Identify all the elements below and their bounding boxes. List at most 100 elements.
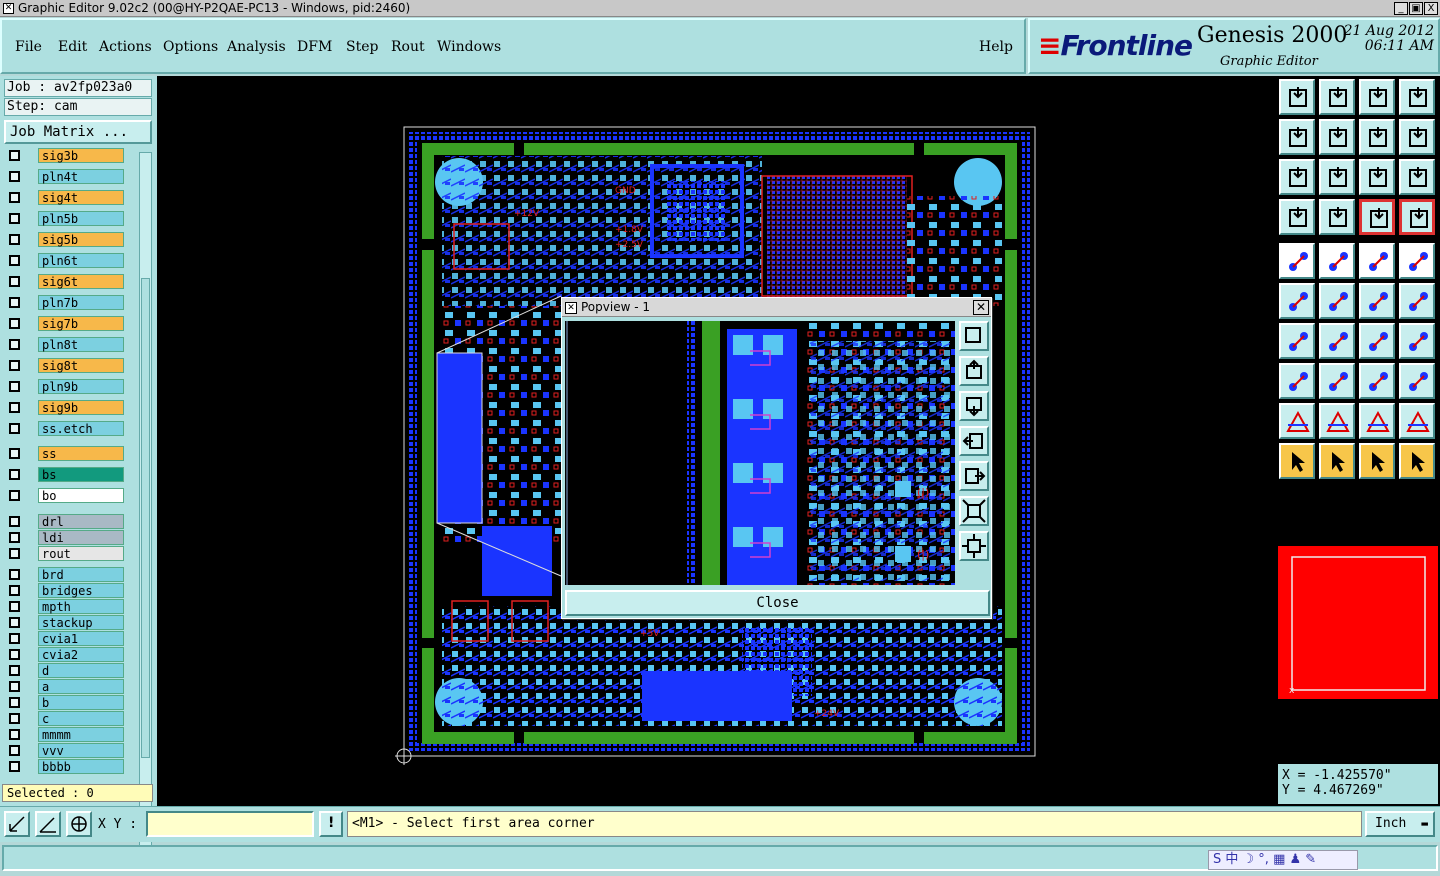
layer-name[interactable]: ldi xyxy=(38,530,124,545)
layer-row[interactable]: d xyxy=(4,663,130,678)
layer-checkbox[interactable] xyxy=(9,745,20,756)
popview-pan-right-button[interactable] xyxy=(959,461,989,491)
layer-name[interactable]: sig5b xyxy=(38,232,124,247)
layer-name[interactable]: sig3b xyxy=(38,148,124,163)
layer-checkbox[interactable] xyxy=(9,192,20,203)
layer-checkbox[interactable] xyxy=(9,150,20,161)
popview-zoom-fit-button[interactable] xyxy=(959,321,989,351)
layer-row[interactable]: drl xyxy=(4,514,130,529)
route-icon[interactable] xyxy=(1399,443,1435,479)
fit-icon[interactable] xyxy=(1279,159,1315,195)
layer-checkbox[interactable] xyxy=(9,448,20,459)
layer-row[interactable]: ldi xyxy=(4,530,130,545)
layer-row[interactable]: b xyxy=(4,695,130,710)
layer-checkbox[interactable] xyxy=(9,213,20,224)
layer-checkbox[interactable] xyxy=(9,665,20,676)
layer-row[interactable]: mmmm xyxy=(4,727,130,742)
layer-name[interactable]: pln5b xyxy=(38,211,124,226)
open-icon[interactable] xyxy=(1279,79,1315,115)
layer-row[interactable]: sig4t xyxy=(4,190,130,205)
layer-row[interactable]: bbbb xyxy=(4,759,130,774)
minimize-button[interactable]: _ xyxy=(1394,2,1408,15)
layer-row[interactable]: ss.etch xyxy=(4,421,130,436)
connect-icon[interactable] xyxy=(1279,283,1315,319)
copy-icon[interactable] xyxy=(1399,283,1435,319)
layer-name[interactable]: bs xyxy=(38,467,124,482)
center-icon[interactable] xyxy=(1319,159,1355,195)
rotate-icon[interactable] xyxy=(1359,323,1395,359)
layer-name[interactable]: mmmm xyxy=(38,727,124,742)
snap-mode-icon[interactable] xyxy=(4,811,30,837)
layer-checkbox[interactable] xyxy=(9,318,20,329)
layer-row[interactable]: mpth xyxy=(4,599,130,614)
flip-icon[interactable] xyxy=(1359,119,1395,155)
pen-icon[interactable] xyxy=(1279,323,1315,359)
layer-name[interactable]: brd xyxy=(38,567,124,582)
layer-checkbox[interactable] xyxy=(9,297,20,308)
line-tool-icon[interactable] xyxy=(1319,243,1355,279)
layer-name[interactable]: bridges xyxy=(38,583,124,598)
layer-checkbox[interactable] xyxy=(9,423,20,434)
popview-close-x-button[interactable]: ✕ xyxy=(973,300,989,315)
layer-checkbox[interactable] xyxy=(9,339,20,350)
pointer-sel-icon[interactable] xyxy=(1359,443,1395,479)
layer-checkbox[interactable] xyxy=(9,402,20,413)
array-icon[interactable] xyxy=(1359,363,1395,399)
layer-name[interactable]: sig6t xyxy=(38,274,124,289)
menu-step[interactable]: Step xyxy=(346,39,378,55)
scrollbar-thumb[interactable] xyxy=(141,278,150,758)
slash-icon[interactable] xyxy=(1319,323,1355,359)
ime-toolbar[interactable]: S 中 ☽ °, ▦ ♟ ✎ xyxy=(1208,850,1358,870)
angle-mode-icon[interactable] xyxy=(35,811,61,837)
layer-name[interactable]: pln4t xyxy=(38,169,124,184)
units-selector[interactable]: Inch ▬ xyxy=(1365,811,1435,837)
popview-canvas[interactable]: (|) (|) xyxy=(565,321,955,585)
close-window-button[interactable]: X xyxy=(1424,2,1438,15)
layer-name[interactable]: c xyxy=(38,711,124,726)
layer-row[interactable]: c xyxy=(4,711,130,726)
help-icon[interactable] xyxy=(1399,159,1435,195)
layer-name[interactable]: pln9b xyxy=(38,379,124,394)
layer-name[interactable]: pln7b xyxy=(38,295,124,310)
layer-checkbox[interactable] xyxy=(9,729,20,740)
layer-row[interactable]: pln9b xyxy=(4,379,130,394)
layer-name[interactable]: ss.etch xyxy=(38,421,124,436)
layer-row[interactable]: pln8t xyxy=(4,337,130,352)
popview-title-bar[interactable]: ✕ Popview - 1 ✕ xyxy=(562,298,991,317)
layer-row[interactable]: sig3b xyxy=(4,148,130,163)
layer-row[interactable]: pln6t xyxy=(4,253,130,268)
layer-checkbox[interactable] xyxy=(9,171,20,182)
menu-analysis[interactable]: Analysis xyxy=(227,39,286,55)
layer-name[interactable]: stackup xyxy=(38,615,124,630)
arc-b-icon[interactable] xyxy=(1319,403,1355,439)
popview-pan-left-button[interactable] xyxy=(959,426,989,456)
scale-1-2-icon[interactable] xyxy=(1359,159,1395,195)
popview-pan-down-button[interactable] xyxy=(959,391,989,421)
layer-name[interactable]: bbbb xyxy=(38,759,124,774)
layer-name[interactable]: cvia1 xyxy=(38,631,124,646)
mirror-icon[interactable] xyxy=(1399,323,1435,359)
layers-a-icon[interactable] xyxy=(1359,199,1395,235)
layer-checkbox[interactable] xyxy=(9,617,20,628)
layer-checkbox[interactable] xyxy=(9,276,20,287)
layer-name[interactable]: sig7b xyxy=(38,316,124,331)
layer-checkbox[interactable] xyxy=(9,469,20,480)
menu-windows[interactable]: Windows xyxy=(437,39,501,55)
menu-file[interactable]: File xyxy=(15,39,42,55)
layer-checkbox[interactable] xyxy=(9,532,20,543)
measure-icon[interactable] xyxy=(1279,199,1315,235)
import-icon[interactable] xyxy=(1279,119,1315,155)
grid-mode-icon[interactable] xyxy=(66,811,92,837)
layer-row[interactable]: bo xyxy=(4,488,130,503)
trim-icon[interactable] xyxy=(1319,363,1355,399)
layer-row[interactable]: brd xyxy=(4,567,130,582)
layer-row[interactable]: cvia2 xyxy=(4,647,130,662)
layer-checkbox[interactable] xyxy=(9,255,20,266)
shape-icon[interactable] xyxy=(1399,363,1435,399)
cut-icon[interactable] xyxy=(1319,199,1355,235)
xy-input[interactable] xyxy=(146,811,314,837)
menu-help[interactable]: Help xyxy=(979,39,1013,55)
layer-row[interactable]: rout xyxy=(4,546,130,561)
layer-row[interactable]: pln4t xyxy=(4,169,130,184)
layer-checkbox[interactable] xyxy=(9,516,20,527)
